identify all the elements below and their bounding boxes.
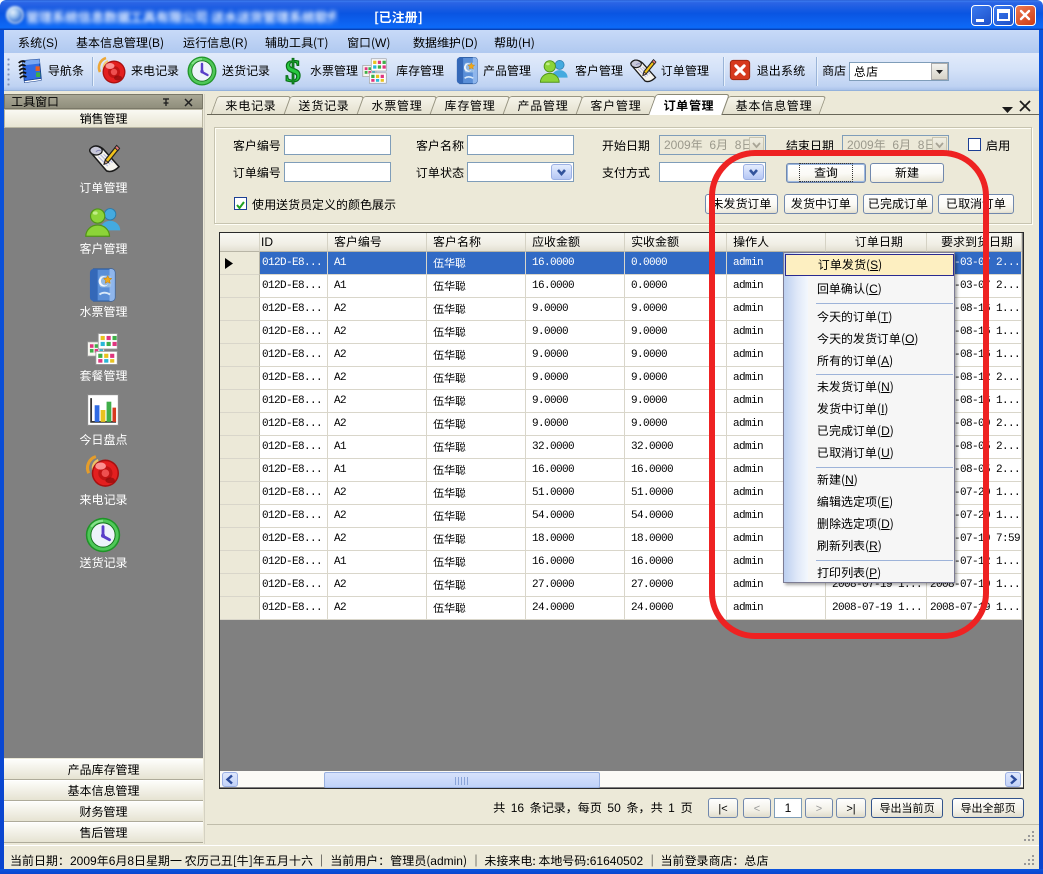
- svg-text:$: $: [285, 55, 301, 85]
